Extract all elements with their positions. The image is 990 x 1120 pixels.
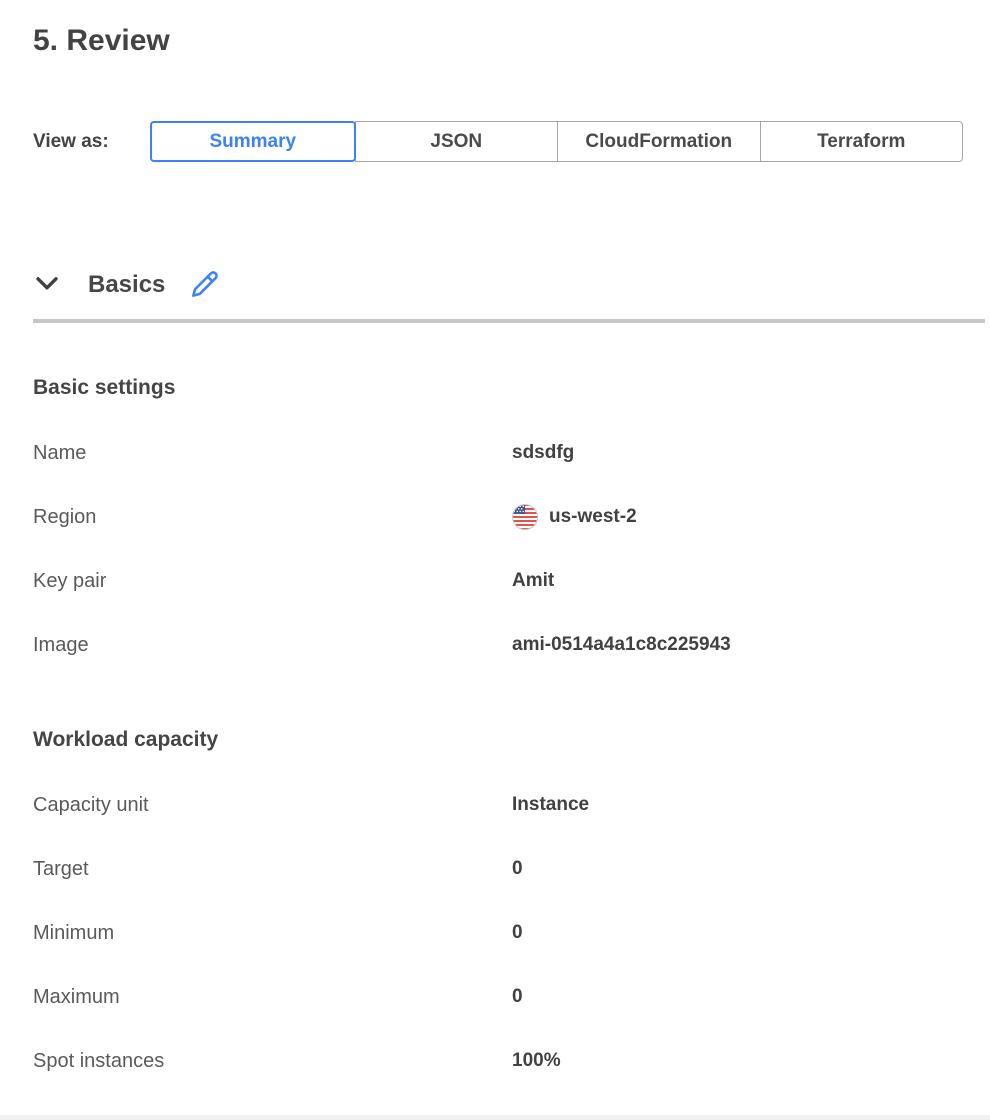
group-rows: Name sdsdfg Region	[33, 440, 990, 696]
summary-row: Region	[33, 504, 990, 568]
group-heading: Workload capacity	[33, 727, 990, 753]
summary-group: Workload capacity Capacity unit Instance…	[33, 727, 990, 1112]
row-label: Region	[33, 504, 512, 530]
edit-basics-button[interactable]	[191, 271, 219, 299]
row-label: Capacity unit	[33, 792, 512, 818]
row-value: 0	[512, 984, 523, 1010]
collapse-toggle-button[interactable]	[35, 277, 59, 293]
tab-cloudformation[interactable]: CloudFormation	[557, 121, 761, 162]
summary-row: Maximum 0	[33, 984, 990, 1048]
summary-row: Target 0	[33, 856, 990, 920]
page-title: 5. Review	[33, 22, 990, 60]
row-value: 0	[512, 856, 523, 882]
row-label: Name	[33, 440, 512, 466]
row-label: Minimum	[33, 920, 512, 946]
summary-row: Key pair Amit	[33, 568, 990, 632]
review-step-panel: 5. Review View as: SummaryJSONCloudForma…	[0, 22, 990, 1112]
row-value: ami-0514a4a1c8c225943	[512, 632, 731, 658]
row-value-text: ami-0514a4a1c8c225943	[512, 632, 731, 658]
row-value: Amit	[512, 568, 554, 594]
row-value-text: Amit	[512, 568, 554, 594]
summary-row: Minimum 0	[33, 920, 990, 984]
row-label: Image	[33, 632, 512, 658]
group-heading: Basic settings	[33, 375, 990, 401]
next-section-divider	[0, 1115, 990, 1120]
view-as-label: View as:	[33, 131, 150, 153]
summary-group: Basic settings Name sdsdfg Region	[33, 375, 990, 696]
summary-row: Capacity unit Instance	[33, 792, 990, 856]
view-as-tabs: SummaryJSONCloudFormationTerraform	[150, 121, 963, 162]
row-value: 100%	[512, 1048, 561, 1074]
section-divider	[33, 319, 985, 323]
row-value-text: Instance	[512, 792, 589, 818]
tab-json[interactable]: JSON	[355, 121, 559, 162]
summary-row: Spot instances 100%	[33, 1048, 990, 1112]
row-value: Instance	[512, 792, 589, 818]
row-label: Target	[33, 856, 512, 882]
row-value-text: sdsdfg	[512, 440, 574, 466]
summary-groups: Basic settings Name sdsdfg Region	[33, 375, 990, 1112]
chevron-down-icon	[35, 276, 59, 294]
row-value-text: us-west-2	[549, 504, 637, 530]
summary-row: Image ami-0514a4a1c8c225943	[33, 632, 990, 696]
basics-section-header[interactable]: Basics	[33, 268, 990, 302]
row-value: 0	[512, 920, 523, 946]
row-value: sdsdfg	[512, 440, 574, 466]
row-label: Key pair	[33, 568, 512, 594]
tab-summary[interactable]: Summary	[150, 121, 356, 162]
section-title: Basics	[88, 271, 165, 299]
summary-row: Name sdsdfg	[33, 440, 990, 504]
row-value-text: 0	[512, 984, 523, 1010]
row-value-text: 0	[512, 856, 523, 882]
us-flag-icon	[512, 504, 538, 530]
pencil-icon	[191, 270, 219, 301]
view-as-bar: View as: SummaryJSONCloudFormationTerraf…	[33, 121, 990, 162]
row-value-text: 0	[512, 920, 523, 946]
row-value-text: 100%	[512, 1048, 561, 1074]
group-rows: Capacity unit Instance Target 0 Minimum …	[33, 792, 990, 1112]
row-label: Maximum	[33, 984, 512, 1010]
row-value: us-west-2	[512, 504, 637, 530]
row-label: Spot instances	[33, 1048, 512, 1074]
tab-terraform[interactable]: Terraform	[760, 121, 964, 162]
